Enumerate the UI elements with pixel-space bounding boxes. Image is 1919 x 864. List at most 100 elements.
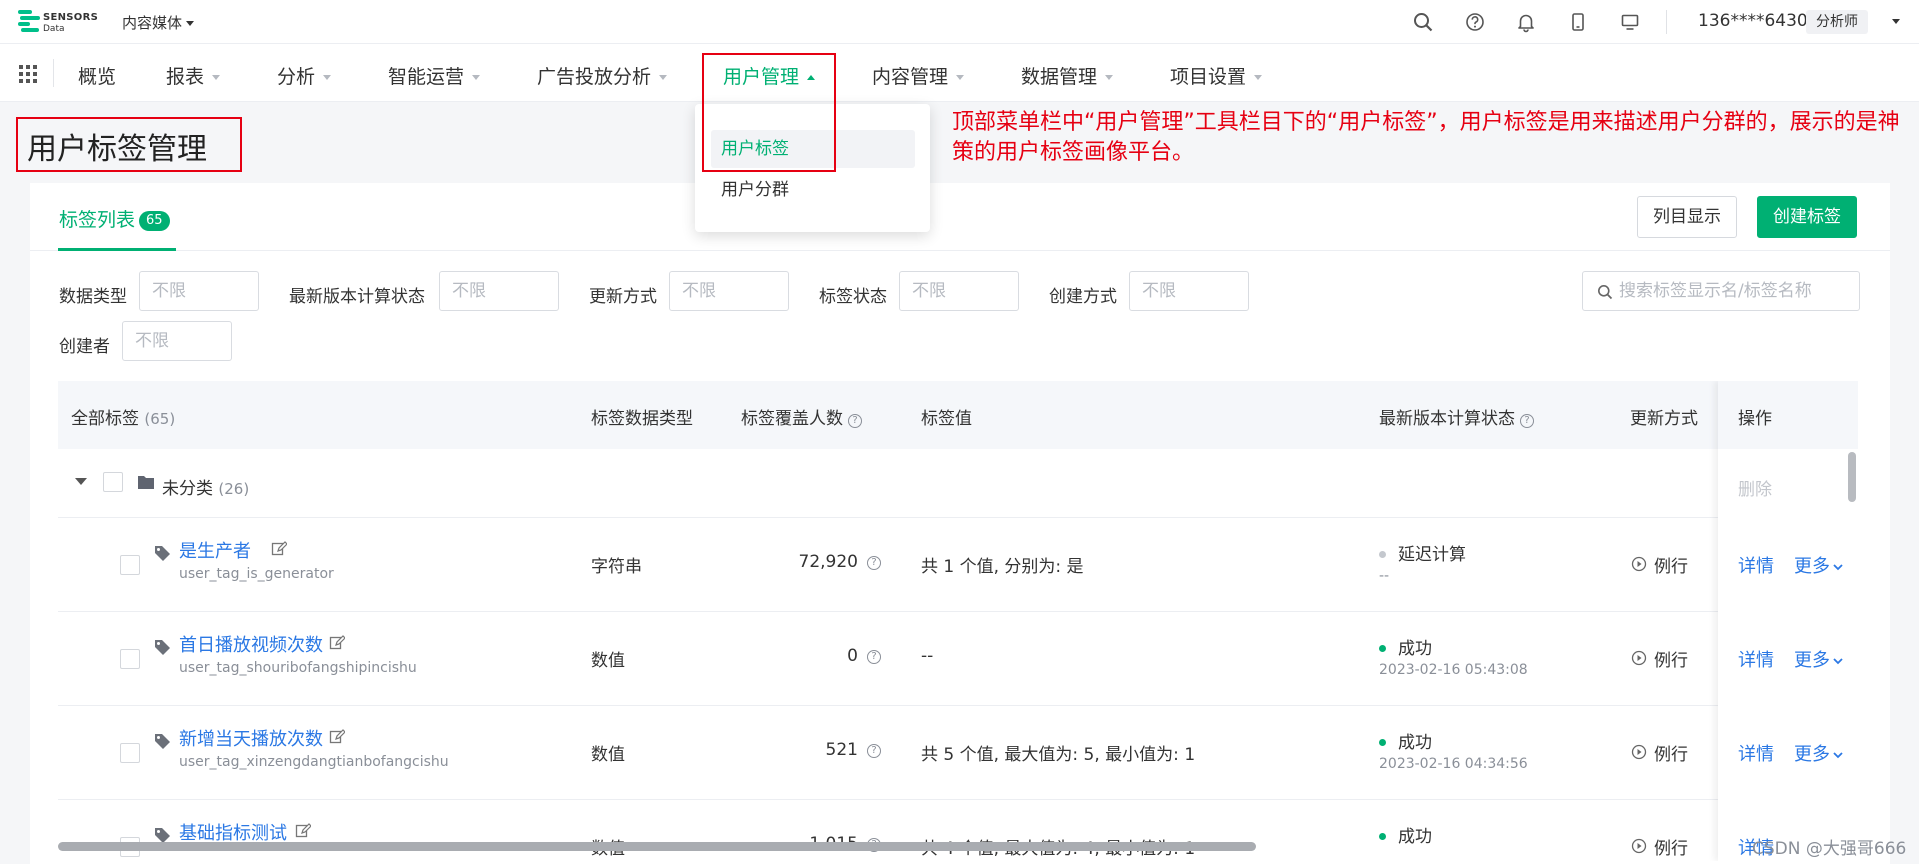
tag-name-link[interactable]: 新增当天播放次数 (179, 725, 323, 751)
edit-icon[interactable] (329, 635, 345, 651)
play-circle-icon (1631, 650, 1647, 666)
tag-icon (155, 640, 170, 655)
help-icon[interactable]: ? (867, 744, 881, 758)
nav-project-settings[interactable]: 项目设置 (1170, 62, 1263, 89)
user-management-dropdown: 用户标签 用户分群 (695, 104, 930, 232)
nav-data-management[interactable]: 数据管理 (1021, 62, 1114, 89)
watermark: CSDN @大强哥666 (1752, 839, 1907, 859)
nav-label: 广告投放分析 (537, 66, 652, 88)
apps-grid-icon[interactable] (18, 64, 38, 84)
create-tag-button[interactable]: 创建标签 (1757, 196, 1857, 238)
filter-select-data-type[interactable]: 不限 (139, 271, 259, 311)
table-header: 全部标签 (65) 标签数据类型 标签覆盖人数? 标签值 最新版本计算状态? 更… (58, 381, 1858, 449)
horizontal-scrollbar[interactable] (58, 842, 1256, 851)
table-row: 新增当天播放次数 user_tag_xinzengdangtianbofangc… (58, 706, 1858, 800)
detail-link[interactable]: 详情 (1738, 740, 1774, 766)
chevron-up-icon (807, 75, 816, 80)
detail-link[interactable]: 详情 (1738, 552, 1774, 578)
calc-status: 成功 (1379, 822, 1432, 847)
search-icon (1598, 285, 1613, 300)
main-nav: 概览 报表 分析 智能运营 广告投放分析 用户管理 内容管理 数据管理 项目设置 (0, 44, 1919, 102)
status-label: 成功 (1398, 639, 1432, 659)
expand-caret-icon[interactable] (75, 478, 87, 485)
sensors-data-logo[interactable]: SENSORS Data (18, 8, 98, 36)
column-display-button[interactable]: 列目显示 (1637, 196, 1737, 238)
nav-smart-operations[interactable]: 智能运营 (388, 62, 481, 89)
chevron-down-icon (956, 75, 965, 80)
header-tag-values: 标签值 (921, 409, 972, 429)
play-circle-icon (1631, 556, 1647, 572)
menu-item-user-tags[interactable]: 用户标签 (711, 130, 915, 168)
nav-analysis[interactable]: 分析 (277, 62, 332, 89)
more-menu-button[interactable]: 更多 (1794, 646, 1844, 672)
filter-select-creator[interactable]: 不限 (122, 321, 232, 361)
header-all-tags: 全部标签 (65) (71, 404, 175, 429)
tag-coverage: 72,920 (798, 552, 858, 572)
chevron-down-icon (1833, 752, 1843, 759)
calc-time: 2023-02-16 04:34:56 (1379, 756, 1528, 772)
user-menu-chevron-icon[interactable] (1892, 19, 1900, 24)
tab-tag-list[interactable]: 标签列表 65 (59, 205, 170, 232)
group-count: (26) (218, 480, 250, 498)
help-icon[interactable]: ? (867, 650, 881, 664)
table-row: 基础指标测试 数值 1,015 ? 共 4 个值, 最大值为: 4, 最小值为:… (58, 800, 1858, 861)
help-icon[interactable] (1464, 11, 1486, 33)
tag-list-card: 标签列表 65 列目显示 创建标签 数据类型 不限 最新版本计算状态 不限 更新方… (30, 183, 1890, 864)
filter-select-tag-status[interactable]: 不限 (899, 271, 1019, 311)
detail-link[interactable]: 详情 (1738, 646, 1774, 672)
nav-overview[interactable]: 概览 (78, 62, 116, 89)
nav-label: 概览 (78, 66, 117, 88)
mobile-icon[interactable] (1567, 11, 1589, 33)
nav-ad-analysis[interactable]: 广告投放分析 (537, 62, 668, 89)
tag-coverage: 0 (847, 646, 858, 666)
group-delete-button[interactable]: 删除 (1738, 475, 1772, 500)
logo-text-line1: SENSORS (43, 12, 99, 23)
project-selector[interactable]: 内容媒体 (122, 12, 195, 33)
menu-item-user-segments[interactable]: 用户分群 (711, 171, 915, 209)
status-label: 成功 (1398, 827, 1432, 847)
nav-label: 数据管理 (1021, 66, 1098, 88)
nav-label: 智能运营 (388, 66, 465, 88)
tag-search-input[interactable] (1619, 272, 1854, 310)
toolbar-divider (1666, 10, 1667, 34)
bell-icon[interactable] (1515, 11, 1537, 33)
filter-label-data-type: 数据类型 (59, 287, 127, 307)
help-icon[interactable]: ? (1520, 414, 1534, 428)
chevron-down-icon (1833, 564, 1843, 571)
edit-icon[interactable] (329, 729, 345, 745)
logo-text-line2: Data (43, 24, 65, 34)
tag-search-box (1582, 271, 1860, 311)
tag-icon (155, 546, 170, 561)
nav-reports[interactable]: 报表 (166, 62, 221, 89)
monitor-icon[interactable] (1619, 11, 1641, 33)
nav-label: 报表 (166, 66, 205, 88)
nav-content-management[interactable]: 内容管理 (872, 62, 965, 89)
page-title: 用户标签管理 (27, 132, 207, 167)
tag-name-link[interactable]: 首日播放视频次数 (179, 631, 323, 657)
filter-label-creator: 创建者 (59, 337, 110, 357)
filter-select-calc-status[interactable]: 不限 (439, 271, 559, 311)
update-mode: 例行 (1654, 839, 1688, 859)
tag-name-link[interactable]: 是生产者 (179, 537, 251, 563)
vertical-scrollbar[interactable] (1848, 452, 1856, 502)
actions-header-bg: 操作 (1718, 381, 1858, 449)
more-menu-button[interactable]: 更多 (1794, 740, 1844, 766)
row-checkbox[interactable] (120, 555, 140, 575)
calc-time: 2023-02-16 05:43:08 (1379, 662, 1528, 678)
edit-icon[interactable] (295, 823, 311, 839)
user-account[interactable]: 136****6430 (1698, 11, 1808, 31)
group-checkbox[interactable] (103, 472, 123, 492)
more-label: 更多 (1794, 650, 1830, 671)
edit-icon[interactable] (271, 541, 287, 557)
filter-select-create-method[interactable]: 不限 (1129, 271, 1249, 311)
chevron-down-icon (1254, 75, 1263, 80)
help-icon[interactable]: ? (867, 556, 881, 570)
filter-label-update-mode: 更新方式 (589, 287, 657, 307)
row-checkbox[interactable] (120, 743, 140, 763)
row-checkbox[interactable] (120, 649, 140, 669)
search-icon[interactable] (1412, 11, 1434, 33)
filter-select-update-mode[interactable]: 不限 (669, 271, 789, 311)
help-icon[interactable]: ? (848, 414, 862, 428)
more-menu-button[interactable]: 更多 (1794, 552, 1844, 578)
nav-user-management[interactable]: 用户管理 (723, 62, 816, 89)
